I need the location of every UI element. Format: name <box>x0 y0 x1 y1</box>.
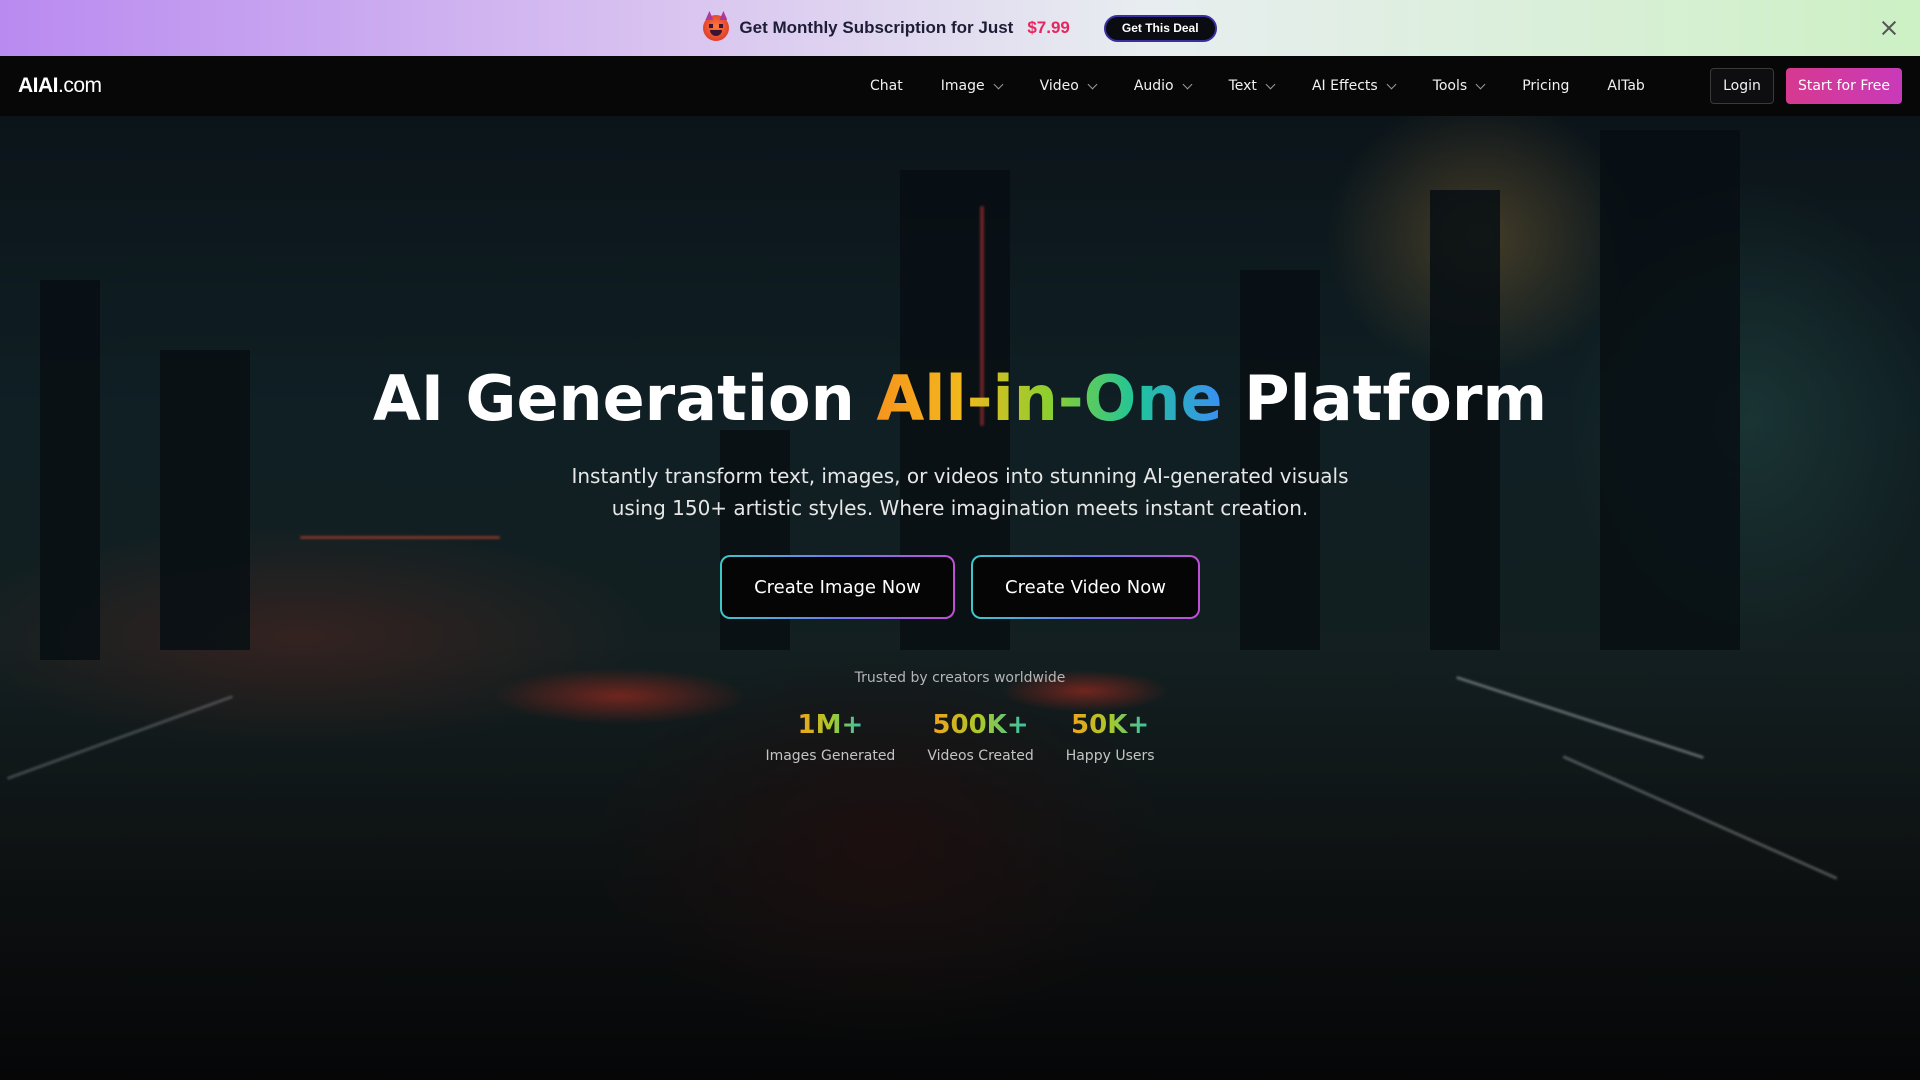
close-icon[interactable] <box>1878 17 1900 39</box>
stat-images: 1M+ Images Generated <box>765 710 895 764</box>
chevron-down-icon <box>1265 79 1276 89</box>
hero-title-suffix: Platform <box>1222 362 1548 435</box>
nav-item-label: AI Effects <box>1311 78 1378 94</box>
trusted-caption: Trusted by creators worldwide <box>854 670 1066 686</box>
site-logo[interactable]: AIAI.com <box>18 74 102 98</box>
nav-item-pricing[interactable]: Pricing <box>1522 78 1569 94</box>
hero-title-prefix: AI Generation <box>372 362 877 435</box>
chevron-down-icon <box>1475 79 1486 89</box>
nav-item-label: Tools <box>1432 78 1468 94</box>
create-image-button[interactable]: Create Image Now <box>720 555 955 619</box>
nav-item-audio[interactable]: Audio <box>1133 78 1193 94</box>
stat-users: 50K+ Happy Users <box>1066 710 1155 764</box>
nav-item-aitab[interactable]: AITab <box>1607 78 1644 94</box>
promo-content: Get Monthly Subscription for Just $7.99 … <box>703 14 1217 42</box>
hero-subtitle-line: using 150+ artistic styles. Where imagin… <box>611 496 1309 520</box>
smiling-devil-icon <box>703 15 730 41</box>
promo-banner: Get Monthly Subscription for Just $7.99 … <box>0 0 1920 56</box>
hero-subtitle: Instantly transform text, images, or vid… <box>510 460 1410 524</box>
top-navbar: AIAI.com Chat Image Video Audio Text AI … <box>0 56 1920 116</box>
stat-label: Images Generated <box>765 748 896 764</box>
nav-item-label: Text <box>1228 78 1257 94</box>
stat-videos: 500K+ Videos Created <box>927 710 1033 764</box>
create-video-button[interactable]: Create Video Now <box>971 555 1200 619</box>
hero-title-highlight: All-in-One <box>876 362 1223 435</box>
nav-item-video[interactable]: Video <box>1039 78 1098 94</box>
login-button[interactable]: Login <box>1710 68 1774 104</box>
nav-item-label: Video <box>1039 78 1079 94</box>
nav-item-label: Pricing <box>1522 78 1570 94</box>
nav-item-label: Audio <box>1133 78 1174 94</box>
start-free-button[interactable]: Start for Free <box>1786 68 1902 104</box>
nav-item-label: Chat <box>870 78 903 94</box>
hero-subtitle-line: Instantly transform text, images, or vid… <box>571 464 1349 488</box>
nav-item-ai-effects[interactable]: AI Effects <box>1311 78 1397 94</box>
chevron-down-icon <box>993 79 1004 89</box>
promo-text: Get Monthly Subscription for Just <box>739 18 1014 37</box>
stat-value: 1M+ <box>797 710 864 740</box>
chevron-down-icon <box>1386 79 1397 89</box>
promo-price: $7.99 <box>1027 18 1070 37</box>
chevron-down-icon <box>1087 79 1098 89</box>
stat-value: 50K+ <box>1071 710 1150 740</box>
stat-value: 500K+ <box>932 710 1029 740</box>
get-deal-button[interactable]: Get This Deal <box>1103 14 1217 42</box>
hero-section: AI Generation All-in-One Platform Instan… <box>0 116 1920 1080</box>
chevron-down-icon <box>1182 79 1193 89</box>
stats-row: 1M+ Images Generated 500K+ Videos Create… <box>0 710 1920 764</box>
nav-links: Chat Image Video Audio Text AI Effects T… <box>870 56 1683 116</box>
stat-label: Videos Created <box>927 748 1034 764</box>
nav-item-chat[interactable]: Chat <box>870 78 903 94</box>
nav-item-text[interactable]: Text <box>1228 78 1276 94</box>
stat-label: Happy Users <box>1065 748 1155 764</box>
hero-title: AI Generation All-in-One Platform <box>0 362 1920 435</box>
nav-item-image[interactable]: Image <box>940 78 1004 94</box>
nav-item-label: AITab <box>1607 78 1645 94</box>
nav-item-tools[interactable]: Tools <box>1432 78 1486 94</box>
nav-item-label: Image <box>940 78 985 94</box>
